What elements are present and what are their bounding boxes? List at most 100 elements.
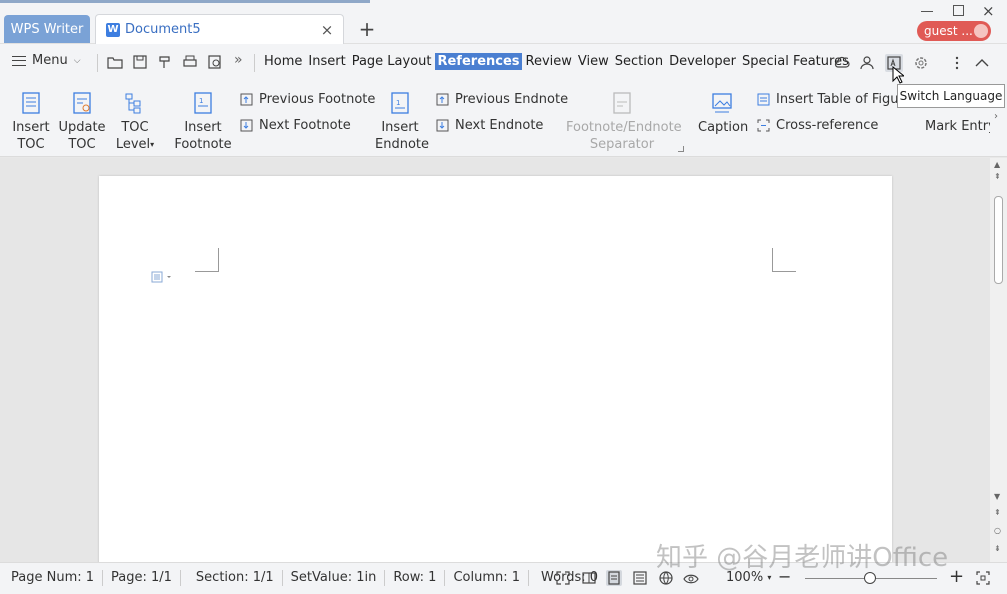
next-page-icon[interactable]: ⇟ [994, 544, 1001, 553]
insert-footnote-icon: 1 [190, 90, 216, 116]
mouse-cursor-icon [892, 65, 906, 88]
status-page[interactable]: Page: 1/1 [103, 570, 181, 586]
prev-page-icon[interactable]: ⇞ [994, 508, 1001, 517]
update-toc-button[interactable]: Update TOC [58, 90, 106, 153]
app-tab[interactable]: WPS Writer [4, 15, 90, 43]
insert-toc-button[interactable]: Insert TOC [10, 90, 52, 153]
user-badge[interactable]: guest ... [917, 21, 991, 41]
cross-reference-button[interactable]: Cross-reference [756, 118, 878, 133]
previous-endnote-label: Previous Endnote [455, 92, 569, 107]
user-name: guest ... [924, 24, 973, 38]
open-folder-icon[interactable] [107, 54, 123, 70]
tab-developer[interactable]: Developer [667, 53, 738, 70]
svg-text:1: 1 [396, 99, 400, 107]
save-icon[interactable] [132, 54, 148, 70]
chevron-right-icon: › [994, 111, 998, 122]
ribbon-scroll-right[interactable]: › [990, 108, 1007, 154]
new-tab-button[interactable]: + [358, 18, 376, 40]
scroll-down-icon[interactable]: ▼ [994, 492, 1000, 501]
mark-entry-button[interactable]: Mark Entry [925, 119, 996, 134]
menu-bar: Menu ⌵ » Home Insert Page Layout Referen… [0, 44, 1007, 80]
insert-table-of-figures-button[interactable]: Insert Table of Figure [756, 92, 912, 107]
mark-entry-label: Mark Entry [925, 119, 996, 134]
paragraph-options-icon[interactable] [151, 271, 173, 286]
share-user-icon[interactable] [859, 54, 877, 72]
next-endnote-icon [435, 118, 450, 133]
caption-icon [709, 90, 735, 116]
cloud-sync-icon[interactable] [833, 54, 851, 72]
reading-mode-icon[interactable] [581, 570, 597, 586]
more-tools-icon[interactable]: » [234, 52, 250, 68]
avatar [974, 24, 988, 38]
scrollbar-thumb[interactable] [994, 196, 1003, 284]
tooltip-switch-language: Switch Language [897, 84, 1005, 108]
insert-endnote-icon: 1 [387, 90, 413, 116]
writer-doc-icon: W [106, 22, 120, 37]
more-options-icon[interactable] [948, 54, 966, 72]
main-menu-button[interactable]: Menu ⌵ [12, 53, 81, 68]
previous-footnote-button[interactable]: Previous Footnote [239, 92, 375, 107]
svg-text:1: 1 [199, 97, 203, 105]
toc-level-button[interactable]: TOC Level▾ [114, 90, 156, 153]
previous-footnote-icon [239, 92, 254, 107]
document-page[interactable] [99, 176, 892, 562]
status-info: Page Num: 1 Page: 1/1 Section: 1/1 SetVa… [0, 563, 606, 593]
caption-button[interactable]: Caption [698, 90, 748, 136]
insert-footnote-label-2: Footnote [174, 137, 232, 152]
footnote-endnote-separator-button[interactable]: Footnote/Endnote Separator [566, 90, 682, 153]
update-toc-label-1: Update [58, 120, 106, 135]
chevron-down-icon: ▾ [767, 573, 772, 582]
maximize-icon[interactable] [953, 5, 964, 16]
top-strip [0, 0, 370, 3]
margin-corner-top-left [195, 248, 219, 272]
dialog-launcher-icon[interactable] [678, 146, 684, 152]
zoom-in-button[interactable]: + [949, 566, 964, 587]
tab-insert[interactable]: Insert [306, 53, 347, 70]
update-toc-label-2: TOC [68, 137, 96, 152]
status-section[interactable]: Section: 1/1 [181, 570, 283, 586]
watermark: 知乎 @谷月老师讲Office [656, 543, 949, 573]
format-painter-icon[interactable] [157, 54, 173, 70]
vertical-scrollbar[interactable]: ▲ ⇞ ▼ ⇞ ○ ⇟ [990, 158, 1007, 562]
page-view-icon[interactable] [606, 570, 622, 586]
status-row[interactable]: Row: 1 [385, 570, 446, 586]
gear-icon[interactable] [912, 54, 930, 72]
tab-home[interactable]: Home [262, 53, 304, 70]
print-icon[interactable] [182, 54, 198, 70]
next-endnote-button[interactable]: Next Endnote [435, 118, 543, 133]
tab-section[interactable]: Section [613, 53, 665, 70]
cross-reference-icon [756, 118, 771, 133]
document-workspace [0, 158, 990, 562]
update-toc-icon [69, 90, 95, 116]
separator-icon [609, 90, 635, 116]
fit-page-icon[interactable] [975, 570, 991, 586]
status-setvalue[interactable]: SetValue: 1in [283, 570, 386, 586]
select-browse-object-icon[interactable]: ○ [994, 526, 1001, 535]
insert-endnote-button[interactable]: 1 Insert Endnote [375, 90, 429, 153]
toc-level-icon [122, 90, 148, 116]
minimize-icon[interactable] [921, 5, 935, 15]
title-bar: WPS Writer W Document5 × + × guest ... [0, 0, 1007, 44]
tab-page-layout[interactable]: Page Layout [350, 53, 434, 70]
tab-view[interactable]: View [576, 53, 611, 70]
scroll-up-icon[interactable]: ▲ [994, 160, 1000, 169]
next-footnote-label: Next Footnote [259, 118, 351, 133]
status-page-num[interactable]: Page Num: 1 [0, 570, 104, 586]
print-preview-icon[interactable] [207, 54, 223, 70]
outline-view-icon[interactable] [632, 570, 648, 586]
page-up-icon[interactable]: ⇞ [994, 172, 1001, 181]
next-footnote-button[interactable]: Next Footnote [239, 118, 351, 133]
close-tab-icon[interactable]: × [319, 21, 335, 39]
close-window-icon[interactable]: × [982, 2, 995, 20]
separator-label-2: Separator [589, 137, 655, 152]
tab-references[interactable]: References [435, 53, 522, 70]
previous-endnote-button[interactable]: Previous Endnote [435, 92, 568, 107]
insert-footnote-button[interactable]: 1 Insert Footnote [174, 90, 232, 153]
tab-review[interactable]: Review [524, 53, 574, 70]
document-tab[interactable]: W Document5 × [95, 14, 344, 44]
status-column[interactable]: Column: 1 [445, 570, 530, 586]
fullscreen-icon[interactable] [555, 570, 571, 586]
collapse-ribbon-icon[interactable] [973, 54, 991, 72]
hamburger-icon [12, 55, 26, 66]
insert-footnote-label-1: Insert [184, 120, 222, 135]
